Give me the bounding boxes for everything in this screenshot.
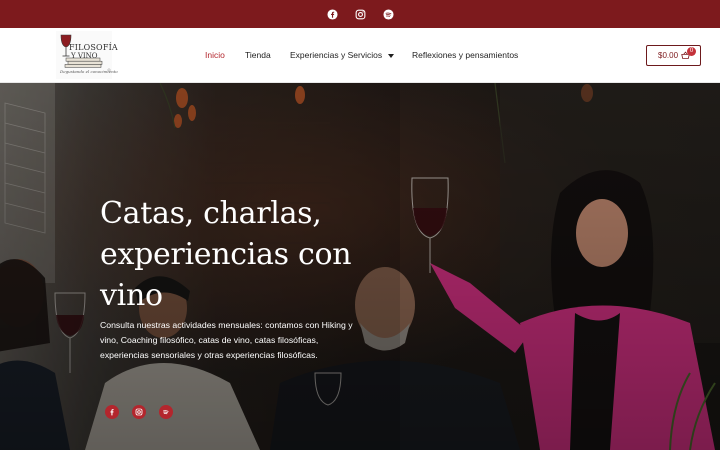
hero-title: Catas, charlas, experiencias con vino <box>100 196 352 313</box>
facebook-icon[interactable] <box>322 4 342 24</box>
logo-tagline: Degustando el conocimiento <box>60 69 118 74</box>
cart-button[interactable]: $0.00 0 <box>646 45 701 66</box>
instagram-icon[interactable] <box>350 4 370 24</box>
site-logo[interactable]: FILOSOFÍA Y VINO Degustando el conocimie… <box>56 31 118 79</box>
logo-wordmark-line2: Y VINO <box>71 52 98 60</box>
nav-item-reflexiones[interactable]: Reflexiones y pensamientos <box>412 50 518 60</box>
nav-item-experiencias-label: Experiencias y Servicios <box>290 50 383 60</box>
cart-count-badge: 0 <box>687 47 696 56</box>
cart-total: $0.00 <box>658 51 679 60</box>
top-social-bar <box>0 0 720 28</box>
chevron-down-icon <box>388 53 395 58</box>
nav-item-inicio[interactable]: Inicio <box>205 50 225 60</box>
logo-wordmark: FILOSOFÍA <box>69 43 118 52</box>
hero-description: Consulta nuestras actividades mensuales:… <box>100 320 353 360</box>
spotify-icon[interactable] <box>378 4 398 24</box>
nav-item-experiencias[interactable]: Experiencias y Servicios <box>290 50 395 60</box>
nav-item-tienda[interactable]: Tienda <box>245 50 271 60</box>
facebook-icon[interactable] <box>105 405 119 419</box>
spotify-icon[interactable] <box>159 405 173 419</box>
instagram-icon[interactable] <box>132 405 146 419</box>
hero-section: Catas, charlas, experiencias con vino Co… <box>0 83 720 450</box>
site-header: FILOSOFÍA Y VINO Degustando el conocimie… <box>0 28 720 83</box>
hero-social-links <box>105 405 173 419</box>
